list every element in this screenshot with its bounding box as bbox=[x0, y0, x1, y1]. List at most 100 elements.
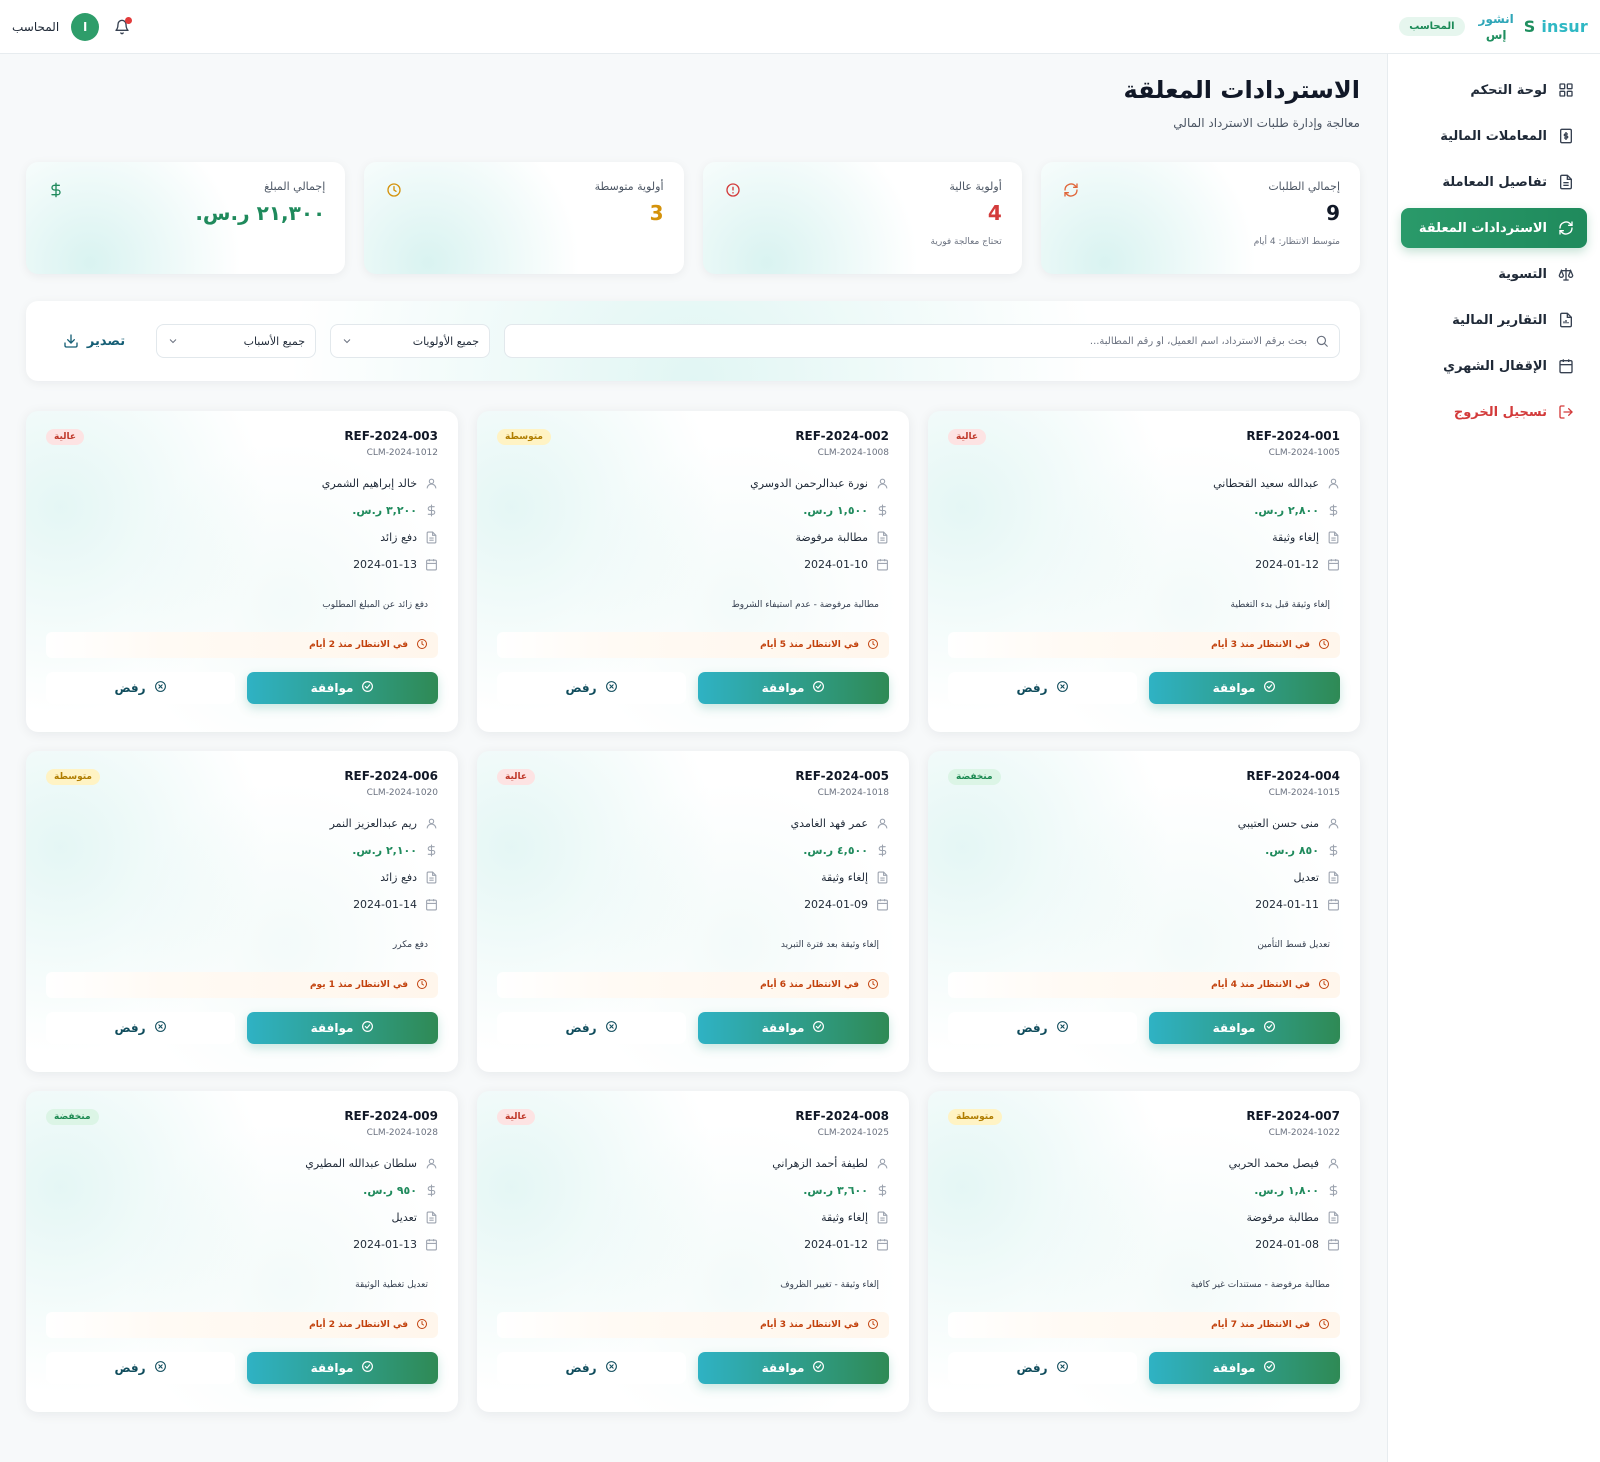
approve-button[interactable]: موافقة bbox=[1149, 1012, 1340, 1044]
report-icon bbox=[1557, 311, 1575, 329]
export-button[interactable]: تصدير bbox=[46, 321, 142, 361]
approve-button[interactable]: موافقة bbox=[247, 1012, 438, 1044]
priority-badge: متوسطة bbox=[948, 1109, 1002, 1125]
chevron-down-icon bbox=[343, 339, 351, 344]
approve-button[interactable]: موافقة bbox=[1149, 1352, 1340, 1384]
calendar-icon bbox=[425, 1238, 438, 1251]
download-icon bbox=[64, 334, 78, 348]
calendar-icon bbox=[876, 558, 889, 571]
calendar-icon bbox=[1327, 898, 1340, 911]
user-icon bbox=[425, 1157, 438, 1170]
refund-ref: REF-2024-003 bbox=[344, 429, 438, 443]
sidebar-item-2[interactable]: تفاصيل المعاملة bbox=[1401, 162, 1587, 202]
refund-ref: REF-2024-002 bbox=[795, 429, 889, 443]
reject-button[interactable]: رفض bbox=[46, 1012, 235, 1044]
reject-button[interactable]: رفض bbox=[948, 672, 1137, 704]
refund-type: إلغاء وثيقة bbox=[821, 871, 868, 884]
stat-card: أولوية متوسطة 3 bbox=[364, 162, 684, 274]
reason-select[interactable]: جميع الأسباب bbox=[156, 324, 316, 358]
user-icon bbox=[1327, 1157, 1340, 1170]
page-title: الاستردادات المعلقة bbox=[1123, 76, 1360, 104]
notification-button[interactable] bbox=[111, 16, 133, 38]
customer-name: عمر فهد الغامدي bbox=[790, 817, 868, 830]
search-box[interactable] bbox=[504, 324, 1340, 358]
sidebar-item-label: المعاملات المالية bbox=[1440, 128, 1547, 144]
priority-select[interactable]: جميع الأولويات bbox=[330, 324, 490, 358]
refund-card: REF-2024-005 CLM-2024-1018 عالية عمر فهد… bbox=[477, 751, 909, 1072]
reject-label: رفض bbox=[1016, 1021, 1048, 1035]
customer-name: لطيفة أحمد الزهراني bbox=[772, 1157, 868, 1170]
refund-reason: مطالبة مرفوضة - مستندات غير كافية bbox=[1190, 1280, 1330, 1290]
sidebar-item-0[interactable]: لوحة التحكم bbox=[1401, 70, 1587, 110]
x-circle-icon bbox=[1056, 680, 1069, 696]
approve-button[interactable]: موافقة bbox=[1149, 672, 1340, 704]
stat-card: أولوية عالية 4 تحتاج معالجة فورية bbox=[702, 162, 1022, 274]
reject-button[interactable]: رفض bbox=[497, 1012, 686, 1044]
customer-name: نورة عبدالرحمن الدوسري bbox=[750, 477, 868, 490]
search-input[interactable] bbox=[515, 335, 1307, 347]
stat-label: إجمالي الطلبات bbox=[1268, 180, 1340, 193]
dollar-icon bbox=[1327, 504, 1340, 517]
refund-reason: تعديل قسط التأمين bbox=[1257, 940, 1330, 950]
document-icon bbox=[876, 871, 889, 884]
search-icon bbox=[1316, 335, 1328, 347]
reject-button[interactable]: رفض bbox=[948, 1352, 1137, 1384]
sidebar-nav: لوحة التحكم المعاملات المالية تفاصيل الم… bbox=[1388, 70, 1600, 386]
reject-label: رفض bbox=[565, 681, 597, 695]
pending-text: في الانتظار منذ 6 أيام bbox=[760, 980, 859, 990]
refund-amount: ١,٥٠٠ ر.س. bbox=[803, 504, 868, 517]
brand[interactable]: S insur انشور إس المحاسب bbox=[1399, 11, 1588, 43]
reject-label: رفض bbox=[565, 1361, 597, 1375]
sidebar-item-1[interactable]: المعاملات المالية bbox=[1401, 116, 1587, 156]
document-icon bbox=[425, 871, 438, 884]
calendar-icon bbox=[425, 898, 438, 911]
priority-badge: عالية bbox=[46, 429, 85, 445]
refund-card: REF-2024-006 CLM-2024-1020 متوسطة ريم عب… bbox=[26, 751, 458, 1072]
refund-ref: REF-2024-006 bbox=[344, 769, 438, 783]
sidebar-item-logout[interactable]: تسجيل الخروج bbox=[1401, 392, 1587, 432]
refund-card: REF-2024-008 CLM-2024-1025 عالية لطيفة أ… bbox=[477, 1091, 909, 1412]
stat-note: تحتاج معالجة فورية bbox=[930, 237, 1002, 247]
claim-number: CLM-2024-1028 bbox=[366, 1128, 438, 1138]
sidebar-item-6[interactable]: الإقفال الشهري bbox=[1401, 346, 1587, 386]
reject-button[interactable]: رفض bbox=[497, 1352, 686, 1384]
customer-name: خالد إبراهيم الشمري bbox=[321, 477, 417, 490]
reject-button[interactable]: رفض bbox=[46, 1352, 235, 1384]
dollar-icon bbox=[876, 1184, 889, 1197]
pending-text: في الانتظار منذ 7 أيام bbox=[1211, 1320, 1310, 1330]
user-icon bbox=[876, 477, 889, 490]
user-name[interactable]: المحاسب bbox=[12, 20, 59, 34]
check-circle-icon bbox=[812, 680, 825, 696]
approve-button[interactable]: موافقة bbox=[698, 1352, 889, 1384]
stat-label: أولوية متوسطة bbox=[594, 180, 664, 193]
approve-button[interactable]: موافقة bbox=[247, 672, 438, 704]
reject-label: رفض bbox=[114, 681, 146, 695]
approve-button[interactable]: موافقة bbox=[698, 672, 889, 704]
clock-icon bbox=[867, 638, 879, 653]
approve-label: موافقة bbox=[1212, 1021, 1256, 1035]
approve-button[interactable]: موافقة bbox=[247, 1352, 438, 1384]
pending-duration: في الانتظار منذ 5 أيام bbox=[497, 632, 889, 658]
check-circle-icon bbox=[1263, 1020, 1276, 1036]
sidebar-item-3[interactable]: الاستردادات المعلقة bbox=[1401, 208, 1587, 248]
approve-label: موافقة bbox=[1212, 1361, 1256, 1375]
dollar-icon bbox=[46, 182, 64, 200]
sidebar-item-5[interactable]: التقارير المالية bbox=[1401, 300, 1587, 340]
refund-reason: دفع مكرر bbox=[392, 940, 428, 950]
approve-label: موافقة bbox=[761, 681, 805, 695]
approve-button[interactable]: موافقة bbox=[698, 1012, 889, 1044]
avatar[interactable]: ا bbox=[71, 12, 100, 41]
reject-button[interactable]: رفض bbox=[948, 1012, 1137, 1044]
customer-name: فيصل محمد الحربي bbox=[1228, 1157, 1319, 1170]
reject-button[interactable]: رفض bbox=[497, 672, 686, 704]
reject-label: رفض bbox=[114, 1021, 146, 1035]
refund-ref: REF-2024-004 bbox=[1246, 769, 1340, 783]
notification-dot bbox=[125, 16, 133, 24]
claim-number: CLM-2024-1005 bbox=[1268, 448, 1340, 458]
sidebar-item-4[interactable]: التسوية bbox=[1401, 254, 1587, 294]
approve-label: موافقة bbox=[761, 1021, 805, 1035]
check-circle-icon bbox=[361, 1020, 374, 1036]
pending-duration: في الانتظار منذ 1 يوم bbox=[46, 972, 438, 998]
refund-card: REF-2024-004 CLM-2024-1015 منخفضة منى حس… bbox=[928, 751, 1360, 1072]
reject-button[interactable]: رفض bbox=[46, 672, 235, 704]
